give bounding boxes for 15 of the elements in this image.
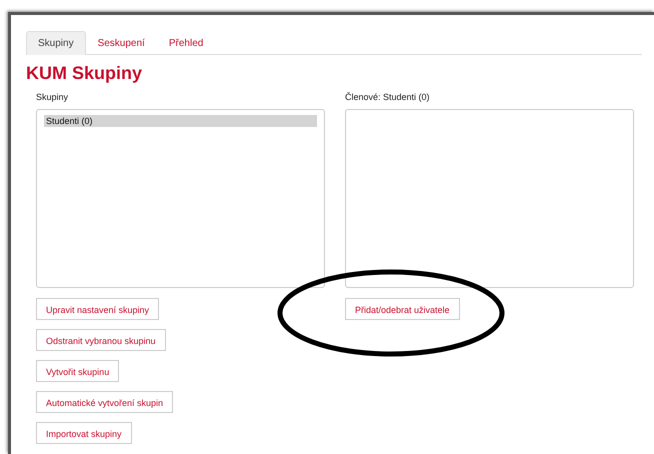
tab[interactable]: Skupiny [26, 31, 86, 55]
action-button[interactable]: Upravit nastavení skupiny [36, 298, 160, 320]
list-item[interactable]: Studenti (0) [44, 115, 317, 127]
list-box[interactable]: Studenti (0) [36, 109, 325, 288]
action-button[interactable]: Odstranit vybranou skupinu [36, 329, 166, 351]
action-button[interactable]: Přidat/odebrat uživatele [345, 298, 460, 320]
tab[interactable]: Seskupení [86, 31, 157, 55]
list-label: Členové: Studenti (0) [345, 92, 431, 102]
action-button[interactable]: Vytvořit skupinu [36, 360, 120, 382]
tab[interactable]: Přehled [156, 31, 216, 55]
list-label: Skupiny [36, 92, 70, 102]
action-button[interactable]: Importovat skupiny [36, 422, 132, 444]
list-box[interactable] [345, 109, 634, 288]
page-title: KUM Skupiny [26, 63, 144, 84]
action-button[interactable]: Automatické vytvoření skupin [36, 391, 174, 413]
